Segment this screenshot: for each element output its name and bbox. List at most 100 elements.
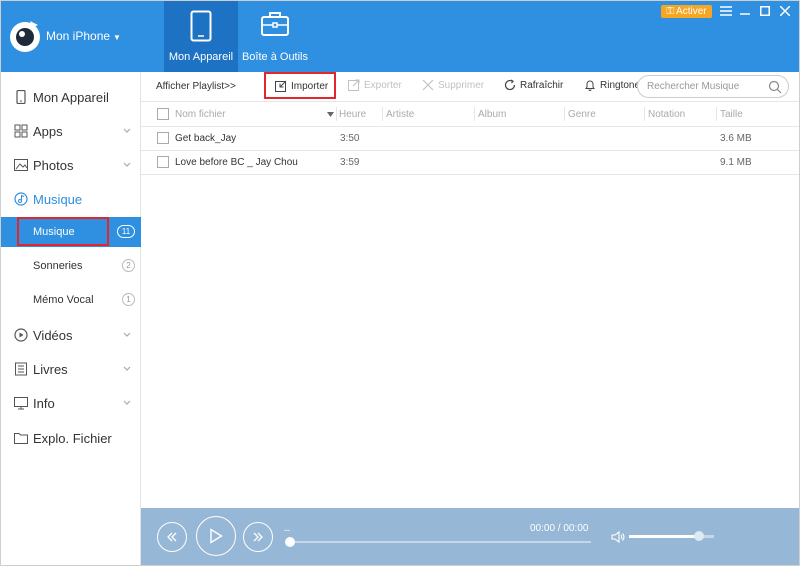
column-divider (474, 107, 475, 121)
sidebar-item-musique[interactable]: Musique (1, 185, 141, 213)
row-checkbox[interactable] (157, 156, 169, 168)
search-box (637, 75, 789, 98)
count-badge: 2 (122, 259, 135, 272)
sidebar-item-explo-fichier[interactable]: Explo. Fichier (1, 424, 141, 452)
ringtone-label: Ringtone (600, 79, 641, 91)
sidebar-item-apps[interactable]: Apps (1, 117, 141, 145)
sort-down-icon (327, 112, 334, 117)
cell-time: 3:59 (340, 157, 360, 168)
count-badge: 11 (117, 225, 135, 238)
ringtone-button[interactable]: Ringtone (584, 79, 640, 91)
sidebar-item-info[interactable]: Info (1, 389, 141, 417)
menu-button[interactable] (718, 3, 734, 19)
table-row[interactable]: Love before BC _ Jay Chou 3:59 9.1 MB (141, 151, 800, 175)
volume-slider[interactable] (629, 531, 714, 541)
sidebar-item-photos[interactable]: Photos (1, 151, 141, 179)
volume-icon[interactable] (611, 530, 625, 544)
sidebar-item-videos[interactable]: Vidéos (1, 321, 141, 349)
progress-bar[interactable] (290, 541, 591, 543)
sidebar-subitem-sonneries[interactable]: Sonneries 2 (1, 251, 141, 281)
close-button[interactable] (777, 3, 793, 19)
time-display: 00:00 / 00:00 (530, 523, 589, 534)
tablet-icon (190, 10, 212, 42)
sidebar-item-label: Vidéos (33, 327, 73, 343)
delete-button[interactable]: Supprimer (422, 79, 484, 91)
next-button[interactable] (243, 522, 273, 552)
activate-label: Activer (676, 6, 707, 17)
delete-label: Supprimer (438, 79, 485, 91)
chevron-down-icon (123, 128, 131, 133)
delete-icon (422, 79, 434, 91)
column-header-name[interactable]: Nom fichier (175, 109, 226, 120)
chevron-down-icon: ▼ (113, 32, 121, 42)
refresh-label: Rafraîchir (520, 79, 564, 91)
sidebar-subitem-label: Sonneries (33, 260, 83, 272)
cell-name: Love before BC _ Jay Chou (175, 157, 298, 168)
export-label: Exporter (364, 79, 402, 91)
video-icon (14, 328, 28, 342)
sidebar-item-label: Info (33, 395, 55, 411)
row-checkbox[interactable] (157, 132, 169, 144)
previous-button[interactable] (157, 522, 187, 552)
play-button[interactable] (196, 516, 236, 556)
device-selector[interactable]: Mon iPhone ▼ (46, 29, 121, 43)
folder-icon (14, 433, 28, 444)
cell-name: Get back_Jay (175, 133, 237, 144)
minimize-button[interactable] (737, 3, 753, 19)
sidebar-item-label: Apps (33, 123, 63, 139)
device-name-label: Mon iPhone (46, 29, 111, 43)
sidebar: Mon Appareil Apps Photos Musique Musique… (0, 72, 141, 566)
tab-mon-appareil-label: Mon Appareil (168, 51, 234, 63)
toolbox-icon (261, 12, 289, 36)
sidebar-item-livres[interactable]: Livres (1, 355, 141, 383)
column-divider (644, 107, 645, 121)
toolbar: Afficher Playlist>> Importer Exporter Su… (141, 72, 800, 102)
column-divider (382, 107, 383, 121)
column-divider (716, 107, 717, 121)
search-input[interactable] (647, 80, 762, 93)
maximize-button[interactable] (757, 3, 773, 19)
chevron-down-icon (123, 400, 131, 405)
activate-button[interactable]: ⚿ Activer (661, 5, 712, 18)
column-header-genre[interactable]: Genre (568, 109, 596, 120)
chevron-down-icon (123, 366, 131, 371)
photos-icon (14, 159, 28, 171)
sidebar-item-label: Musique (33, 191, 83, 207)
volume-handle[interactable] (693, 531, 704, 541)
app-logo-icon (10, 21, 40, 52)
sidebar-item-label: Photos (33, 157, 74, 173)
column-divider (564, 107, 565, 121)
refresh-icon (504, 79, 516, 91)
sidebar-item-mon-appareil[interactable]: Mon Appareil (1, 83, 141, 111)
title-bar: Mon iPhone ▼ Mon Appareil Boîte à Outils… (0, 0, 800, 72)
table-header: Nom fichier Heure Artiste Album Genre No… (141, 102, 800, 127)
sidebar-item-label: Livres (33, 361, 68, 377)
show-playlist-link[interactable]: Afficher Playlist>> (156, 81, 236, 92)
refresh-button[interactable]: Rafraîchir (504, 79, 563, 91)
search-icon[interactable] (768, 80, 782, 94)
select-all-checkbox[interactable] (157, 108, 169, 120)
export-button[interactable]: Exporter (348, 79, 402, 91)
column-header-artist[interactable]: Artiste (386, 109, 414, 120)
column-header-size[interactable]: Taille (720, 109, 743, 120)
tab-boite-a-outils[interactable]: Boîte à Outils (238, 0, 312, 72)
table-row[interactable]: Get back_Jay 3:50 3.6 MB (141, 127, 800, 151)
volume-fill (629, 535, 699, 538)
info-icon (14, 397, 28, 410)
sidebar-subitem-memo-vocal[interactable]: Mémo Vocal 1 (1, 285, 141, 315)
column-header-album[interactable]: Album (478, 109, 506, 120)
sidebar-item-label: Explo. Fichier (33, 430, 112, 446)
tab-mon-appareil[interactable]: Mon Appareil (164, 0, 238, 72)
highlight-box (17, 217, 109, 246)
cell-size: 3.6 MB (720, 133, 752, 144)
minimize-icon (740, 13, 750, 15)
bell-icon (585, 80, 595, 91)
progress-handle[interactable] (285, 537, 295, 547)
book-icon (15, 362, 27, 376)
column-header-time[interactable]: Heure (339, 109, 366, 120)
key-icon: ⚿ (666, 6, 675, 17)
play-icon (210, 528, 223, 544)
maximize-icon (760, 6, 770, 16)
highlight-box (264, 72, 336, 99)
column-header-rating[interactable]: Notation (648, 109, 685, 120)
